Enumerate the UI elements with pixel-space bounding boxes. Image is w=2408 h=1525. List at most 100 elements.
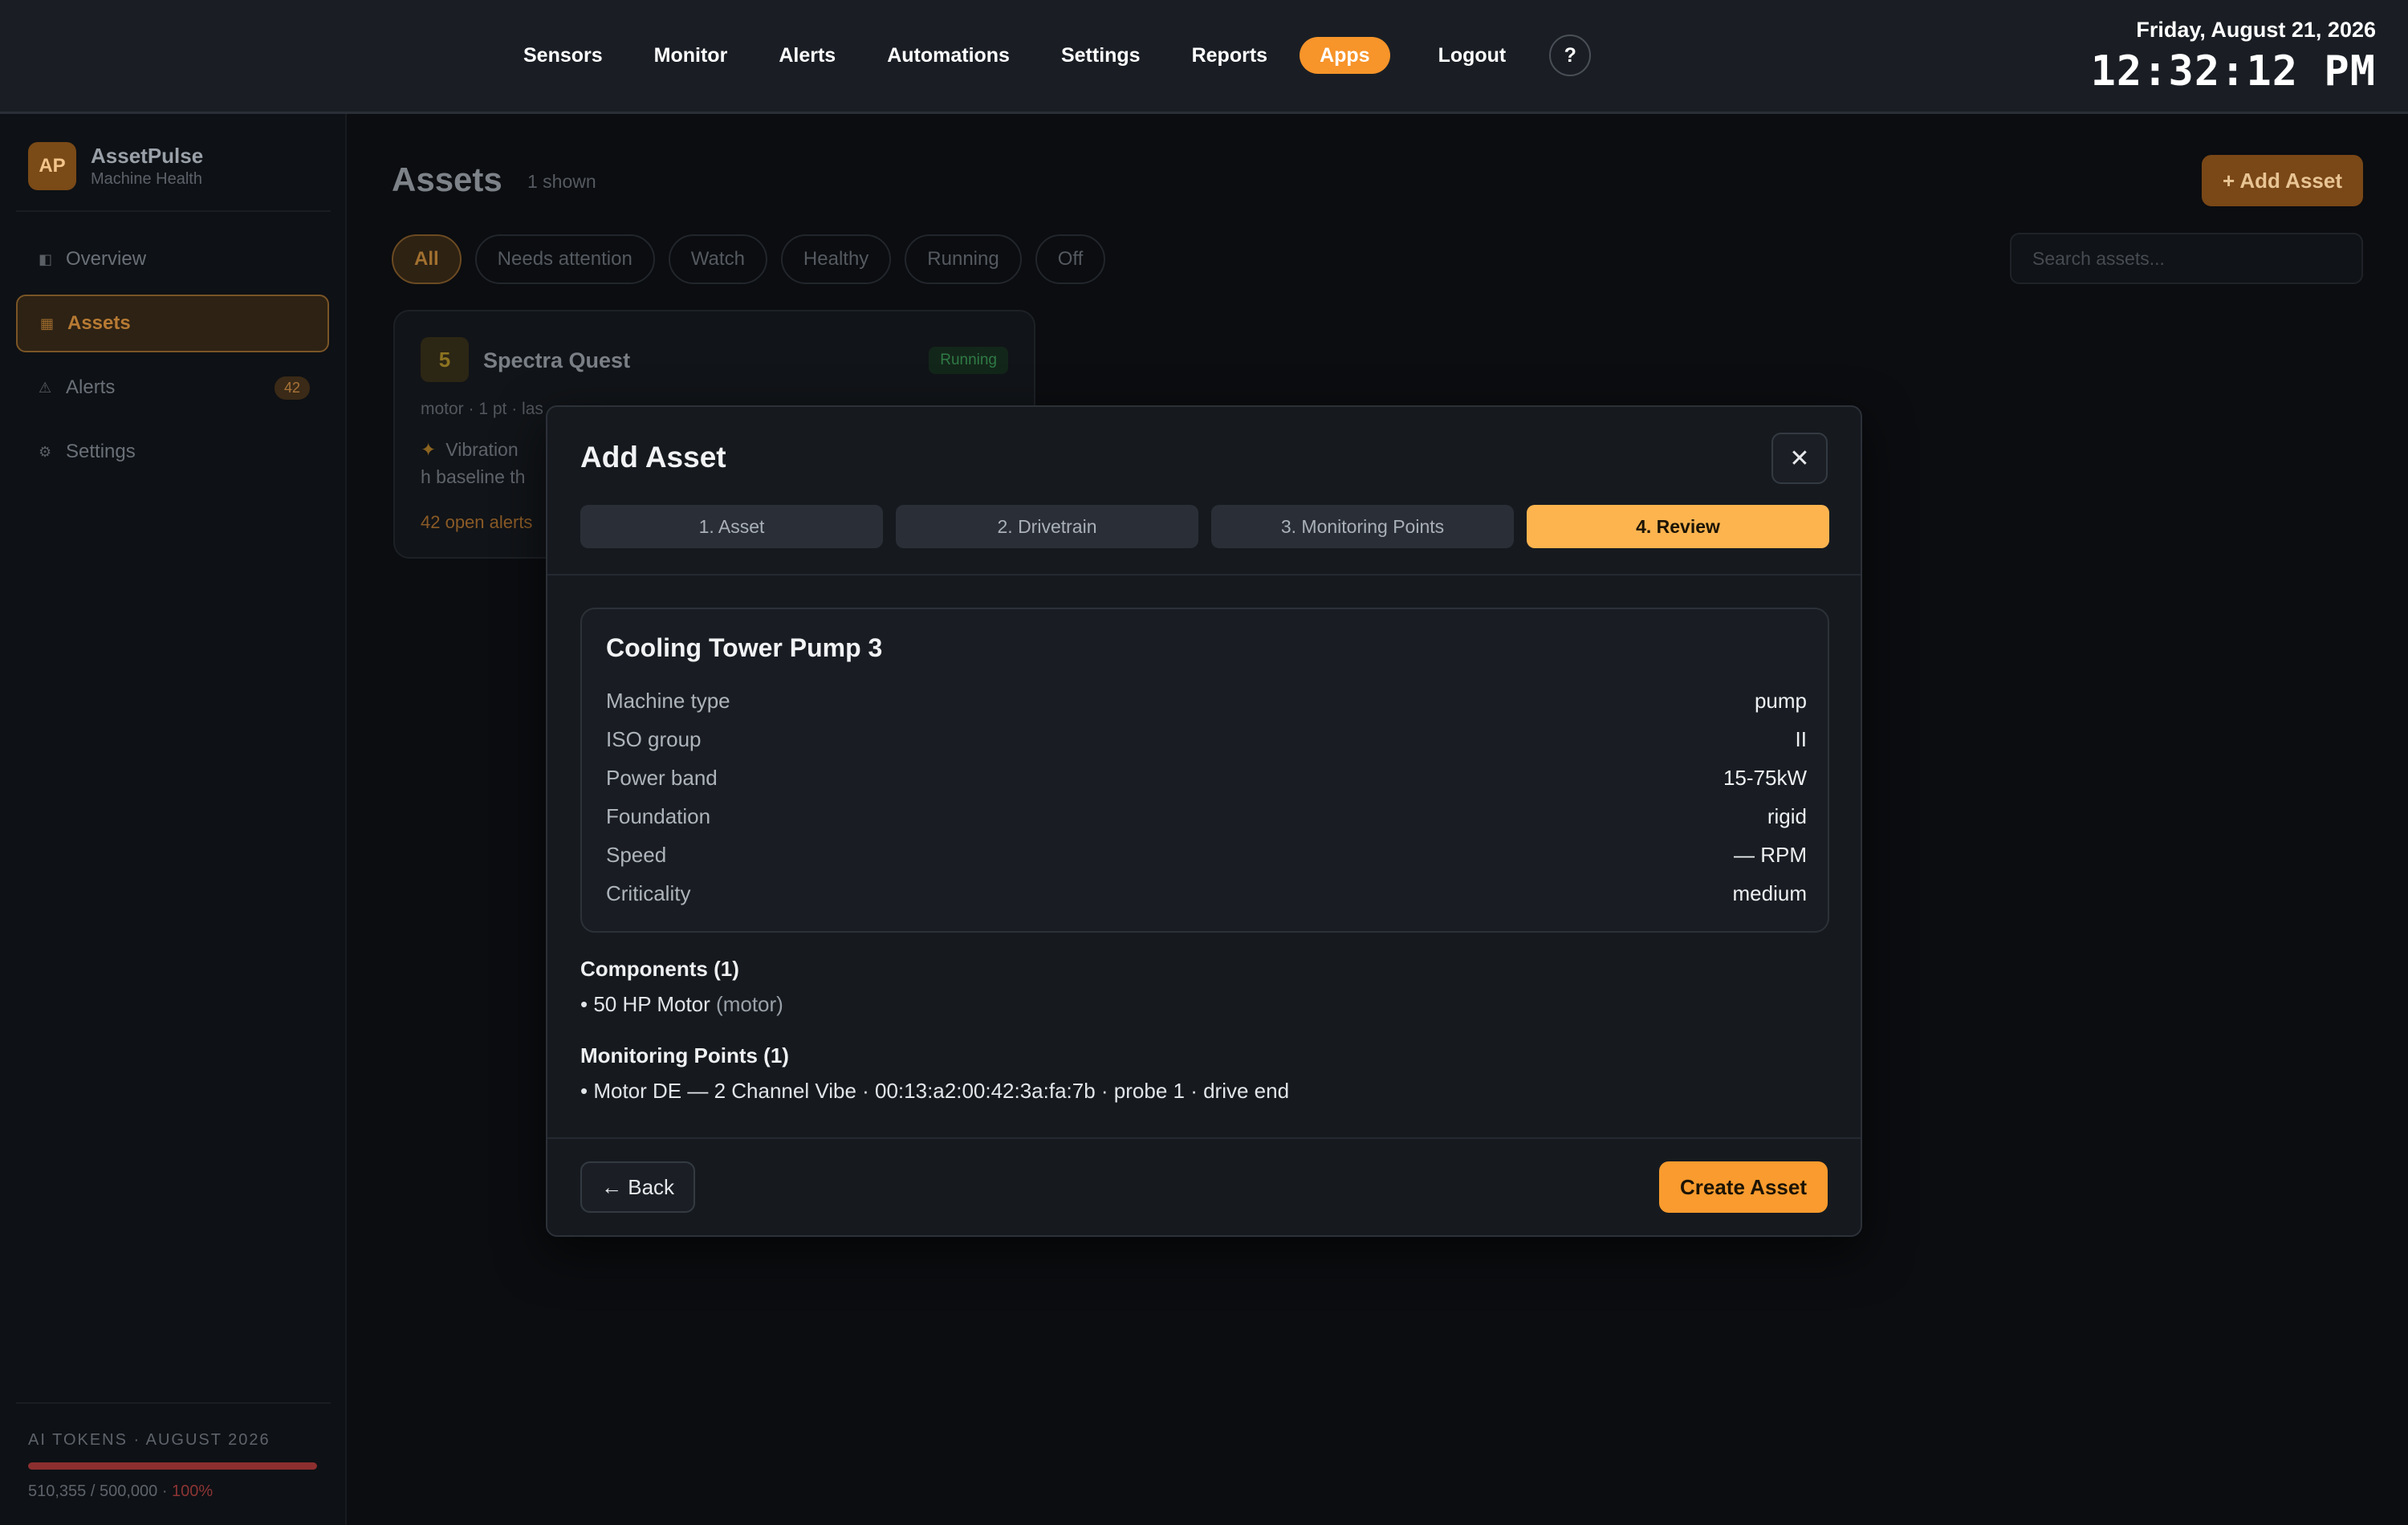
spec-value: rigid: [1767, 803, 1807, 828]
sidebar-item-settings[interactable]: ⚙ Settings: [16, 423, 329, 481]
modal-header-divider: [547, 574, 1861, 575]
sidebar-nav: ◧ Overview ▦ Assets ⚠ Alerts 42 ⚙ Settin…: [16, 230, 329, 487]
spec-value: medium: [1732, 880, 1807, 905]
spec-label: Power band: [606, 765, 718, 790]
filter-running[interactable]: Running: [905, 234, 1022, 284]
brand-logo: AP: [28, 142, 76, 190]
spec-value: — RPM: [1734, 842, 1807, 867]
tokens-percent: 100%: [172, 1482, 214, 1500]
spec-value: pump: [1754, 688, 1807, 713]
nav-reports[interactable]: Reports: [1166, 37, 1293, 74]
add-asset-modal: Add Asset ✕ 1. Asset 2. Drivetrain 3. Mo…: [546, 405, 1862, 1237]
main-nav: Sensors Monitor Alerts Automations Setti…: [498, 34, 1592, 77]
assets-icon: ▦: [40, 315, 55, 331]
spec-label: Machine type: [606, 688, 730, 713]
spec-row-machine-type: Machine type pump: [606, 681, 1807, 720]
asset-count: 1 shown: [527, 171, 596, 192]
page-title: Assets: [392, 161, 502, 198]
nav-sensors[interactable]: Sensors: [498, 37, 628, 74]
tokens-progress-fill: [28, 1462, 317, 1470]
asset-meta: motor · 1 pt · las: [421, 400, 543, 418]
step-monitoring-points[interactable]: 3. Monitoring Points: [1211, 505, 1514, 548]
nav-settings[interactable]: Settings: [1035, 37, 1166, 74]
tokens-divider: [16, 1402, 331, 1404]
spec-row-power-band: Power band 15-75kW: [606, 758, 1807, 797]
nav-alerts[interactable]: Alerts: [753, 37, 861, 74]
step-review[interactable]: 4. Review: [1527, 505, 1829, 548]
component-item: • 50 HP Motor (motor): [580, 992, 783, 1017]
spec-label: ISO group: [606, 726, 702, 751]
spec-value: 15-75kW: [1723, 765, 1807, 790]
alert-triangle-icon: ⚠: [39, 379, 52, 396]
asset-alert-summary: ✦ Vibration h baseline th: [421, 436, 533, 490]
ai-tokens-usage: AI TOKENS · AUGUST 2026 510,355 / 500,00…: [16, 1402, 331, 1501]
modal-title: Add Asset: [580, 441, 726, 474]
clock-time: 12:32:12 PM: [2090, 47, 2376, 96]
open-alerts-link[interactable]: 42 open alerts: [421, 512, 532, 533]
spec-label: Criticality: [606, 880, 691, 905]
sidebar-item-overview[interactable]: ◧ Overview: [16, 230, 329, 288]
sidebar: AP AssetPulse Machine Health ◧ Overview …: [0, 114, 347, 1525]
review-asset-name: Cooling Tower Pump 3: [606, 633, 883, 662]
tokens-count: 510,355 / 500,000 ·: [28, 1482, 168, 1500]
sidebar-divider: [16, 210, 331, 212]
nav-apps[interactable]: Apps: [1300, 37, 1390, 74]
filter-healthy[interactable]: Healthy: [780, 234, 892, 284]
modal-footer-divider: [547, 1137, 1861, 1139]
step-drivetrain[interactable]: 2. Drivetrain: [896, 505, 1198, 548]
component-name: • 50 HP Motor: [580, 992, 710, 1016]
spec-label: Foundation: [606, 803, 711, 828]
spec-row-speed: Speed — RPM: [606, 836, 1807, 874]
tokens-progress-bar: [28, 1462, 317, 1470]
wizard-steps: 1. Asset 2. Drivetrain 3. Monitoring Poi…: [580, 505, 1829, 548]
search-input[interactable]: Search assets...: [2010, 233, 2363, 284]
spec-label: Speed: [606, 842, 667, 867]
nav-monitor[interactable]: Monitor: [628, 37, 754, 74]
spec-row-iso-group: ISO group II: [606, 720, 1807, 758]
nav-automations[interactable]: Automations: [861, 37, 1035, 74]
sidebar-item-label: Assets: [67, 312, 131, 334]
nav-logout[interactable]: Logout: [1413, 37, 1532, 74]
create-asset-button[interactable]: Create Asset: [1658, 1161, 1828, 1213]
brand-name: AssetPulse: [91, 144, 204, 168]
sidebar-item-label: Overview: [66, 248, 147, 270]
clock-date: Friday, August 21, 2026: [2136, 18, 2376, 42]
filter-needs-attention[interactable]: Needs attention: [474, 234, 655, 284]
filter-watch[interactable]: Watch: [668, 234, 767, 284]
add-asset-button[interactable]: + Add Asset: [2201, 155, 2363, 206]
sidebar-item-label: Alerts: [66, 376, 116, 398]
brand-subtitle: Machine Health: [91, 170, 202, 188]
filter-all[interactable]: All: [392, 234, 462, 284]
sidebar-item-assets[interactable]: ▦ Assets: [16, 295, 329, 352]
step-asset[interactable]: 1. Asset: [580, 505, 883, 548]
component-type: (motor): [716, 992, 783, 1016]
sidebar-item-label: Settings: [66, 441, 136, 462]
brand[interactable]: AP AssetPulse Machine Health: [28, 142, 203, 190]
help-button[interactable]: ?: [1549, 35, 1592, 76]
clock: Friday, August 21, 2026 12:32:12 PM: [2091, 18, 2376, 96]
spec-value: II: [1795, 726, 1807, 751]
review-summary-card: Cooling Tower Pump 3 Machine type pump I…: [580, 608, 1829, 933]
gear-icon: ⚙: [39, 443, 52, 460]
overview-icon: ◧: [39, 250, 53, 267]
filter-chips: All Needs attention Watch Healthy Runnin…: [392, 234, 1106, 284]
monitoring-points-heading: Monitoring Points (1): [580, 1043, 789, 1068]
alert-text: Vibration h baseline th: [421, 439, 526, 487]
filter-off[interactable]: Off: [1035, 234, 1106, 284]
back-button[interactable]: ← Back: [580, 1161, 696, 1213]
status-badge: Running: [929, 347, 1008, 374]
tokens-value: 510,355 / 500,000 · 100%: [28, 1482, 317, 1501]
sidebar-item-alerts[interactable]: ⚠ Alerts 42: [16, 359, 329, 417]
asset-name: Spectra Quest: [483, 348, 631, 372]
asset-number-badge: 5: [421, 337, 469, 382]
sparkle-icon: ✦: [421, 439, 437, 460]
alerts-count-badge: 42: [274, 376, 310, 400]
top-navbar: Sensors Monitor Alerts Automations Setti…: [0, 0, 2408, 114]
spec-list: Machine type pump ISO group II Power ban…: [606, 681, 1807, 913]
spec-row-criticality: Criticality medium: [606, 874, 1807, 913]
close-icon[interactable]: ✕: [1771, 433, 1828, 484]
tokens-label: AI TOKENS · AUGUST 2026: [28, 1431, 270, 1449]
monitoring-point-item: • Motor DE — 2 Channel Vibe · 00:13:a2:0…: [580, 1079, 1290, 1103]
spec-row-foundation: Foundation rigid: [606, 797, 1807, 836]
components-heading: Components (1): [580, 957, 739, 981]
